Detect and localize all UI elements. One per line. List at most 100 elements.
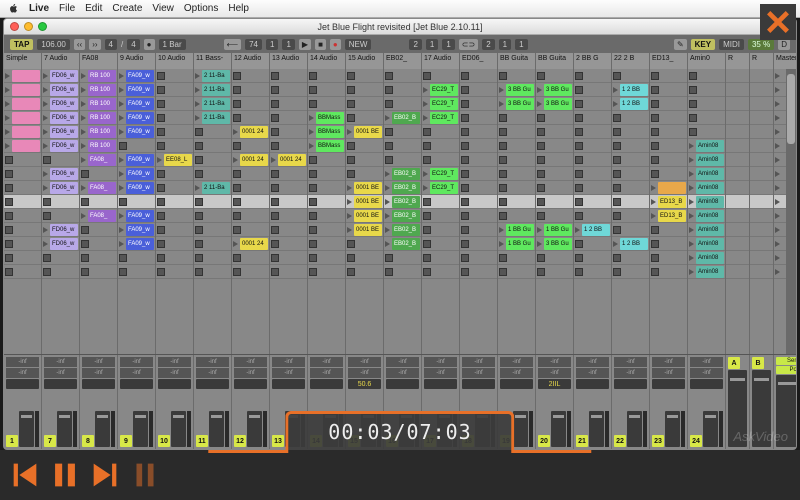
clip[interactable]: EB02_B xyxy=(392,224,420,236)
menu-view[interactable]: View xyxy=(152,3,174,14)
clip[interactable]: 1 2 BB xyxy=(582,224,610,236)
clip[interactable]: 2 11-Ba xyxy=(202,98,230,110)
clip-slot[interactable]: 1 BB Gu xyxy=(536,223,573,237)
track-header[interactable]: 10 Audio xyxy=(156,53,194,69)
volume-fader[interactable] xyxy=(171,411,186,447)
clip-slot[interactable] xyxy=(156,97,193,111)
track-activator-button[interactable]: 21 xyxy=(576,435,588,447)
clip-slot[interactable]: FA09_w xyxy=(118,153,155,167)
clip-slot[interactable] xyxy=(80,237,117,251)
track-header[interactable]: 11 Bass- xyxy=(194,53,232,69)
clip[interactable]: 3 BB Gu xyxy=(506,84,534,96)
send-a-knob[interactable]: -inf xyxy=(576,357,609,367)
send-b-knob[interactable]: -inf xyxy=(272,368,305,378)
clip[interactable]: Amin08 xyxy=(696,168,724,180)
loop-button[interactable]: ⊂⊃ xyxy=(459,39,478,50)
clip[interactable]: FD06_w xyxy=(50,224,78,236)
clip-slot[interactable]: FD06_w xyxy=(42,223,79,237)
loop-start-bars[interactable]: 2 xyxy=(409,39,421,50)
clip-slot[interactable]: EC29_T xyxy=(422,181,459,195)
clip-slot[interactable] xyxy=(346,139,383,153)
send-a-knob[interactable]: -inf xyxy=(234,357,267,367)
clip-slot[interactable] xyxy=(270,181,307,195)
clip-slot[interactable] xyxy=(270,223,307,237)
clip-slot[interactable]: 2 11-Ba xyxy=(194,97,231,111)
clip-slot[interactable]: 0001 BE xyxy=(346,209,383,223)
clip-slot[interactable] xyxy=(118,265,155,279)
track-volume-field[interactable] xyxy=(310,379,343,389)
clip-slot[interactable] xyxy=(270,83,307,97)
clip-slot[interactable] xyxy=(346,251,383,265)
clip-slot[interactable] xyxy=(156,195,193,209)
return-activator[interactable]: B xyxy=(752,357,764,369)
clip-slot[interactable] xyxy=(4,111,41,125)
send-a-knob[interactable]: -inf xyxy=(120,357,153,367)
clip-slot[interactable] xyxy=(4,237,41,251)
clip-slot[interactable] xyxy=(156,125,193,139)
clip[interactable]: 2 11-Ba xyxy=(202,70,230,82)
track-volume-field[interactable] xyxy=(6,379,39,389)
clip-slot[interactable] xyxy=(498,139,535,153)
clip-slot[interactable] xyxy=(156,223,193,237)
clip-slot[interactable] xyxy=(536,209,573,223)
clip-slot[interactable] xyxy=(270,125,307,139)
clip-slot[interactable]: EB02_B xyxy=(384,111,421,125)
clip-slot[interactable] xyxy=(460,181,497,195)
track-volume-field[interactable] xyxy=(500,379,533,389)
clip-slot[interactable]: 1 2 BB xyxy=(612,83,649,97)
clip[interactable]: Amin08 xyxy=(696,224,724,236)
menu-help[interactable]: Help xyxy=(228,3,249,14)
clip-slot[interactable] xyxy=(4,153,41,167)
track-header[interactable]: 2 BB G xyxy=(574,53,612,69)
clip-slot[interactable] xyxy=(688,97,725,111)
volume-fader[interactable] xyxy=(209,411,224,447)
volume-fader[interactable] xyxy=(551,411,566,447)
clip-slot[interactable] xyxy=(42,251,79,265)
clip-slot[interactable] xyxy=(346,167,383,181)
return-fader[interactable] xyxy=(752,370,771,447)
clip-slot[interactable]: FD06_w xyxy=(42,181,79,195)
clip[interactable]: FD06_w xyxy=(50,140,78,152)
clip[interactable]: EB02_B xyxy=(392,210,420,222)
clip-slot[interactable] xyxy=(384,97,421,111)
clip[interactable]: FD06_w xyxy=(50,126,78,138)
send-b-knob[interactable]: -inf xyxy=(690,368,723,378)
clip-slot[interactable] xyxy=(460,251,497,265)
clip-slot[interactable]: EE08_L xyxy=(156,153,193,167)
track-volume-field[interactable] xyxy=(82,379,115,389)
clip[interactable]: ED13_B xyxy=(658,210,686,222)
clip[interactable]: RB 100 xyxy=(88,112,116,124)
clip-slot[interactable]: 3 BB Gu xyxy=(536,97,573,111)
clip-slot[interactable] xyxy=(612,195,649,209)
clip[interactable]: FA09_w xyxy=(126,70,154,82)
clip[interactable]: FA08_ xyxy=(88,210,116,222)
menu-options[interactable]: Options xyxy=(184,3,218,14)
clip-slot[interactable] xyxy=(612,111,649,125)
volume-fader[interactable] xyxy=(665,411,680,447)
clip-slot[interactable] xyxy=(460,125,497,139)
clip-slot[interactable]: BBMass xyxy=(308,139,345,153)
clip-slot[interactable] xyxy=(4,167,41,181)
track-activator-button[interactable]: 9 xyxy=(120,435,132,447)
clip-slot[interactable] xyxy=(650,167,687,181)
clip-slot[interactable] xyxy=(270,69,307,83)
clip-slot[interactable] xyxy=(384,139,421,153)
clip-slot[interactable]: Amin08 xyxy=(688,195,725,209)
clip-slot[interactable] xyxy=(536,265,573,279)
clip[interactable]: Amin08 xyxy=(696,210,724,222)
send-b-knob[interactable]: -inf xyxy=(576,368,609,378)
clip-slot[interactable]: Amin08 xyxy=(688,265,725,279)
clip-slot[interactable]: EC29_T xyxy=(422,111,459,125)
clip-slot[interactable] xyxy=(232,251,269,265)
track-header[interactable]: Simple xyxy=(4,53,42,69)
clip[interactable]: Amin08 xyxy=(696,196,724,208)
track-activator-button[interactable]: 10 xyxy=(158,435,170,447)
track-volume-field[interactable] xyxy=(158,379,191,389)
track-volume-field[interactable] xyxy=(386,379,419,389)
clip-slot[interactable] xyxy=(270,167,307,181)
clip-slot[interactable] xyxy=(194,251,231,265)
clip-slot[interactable]: 1 BB Gu xyxy=(498,237,535,251)
clip-slot[interactable]: ED13_B xyxy=(650,209,687,223)
clip-slot[interactable] xyxy=(4,209,41,223)
clip[interactable]: 2 11-Ba xyxy=(202,84,230,96)
